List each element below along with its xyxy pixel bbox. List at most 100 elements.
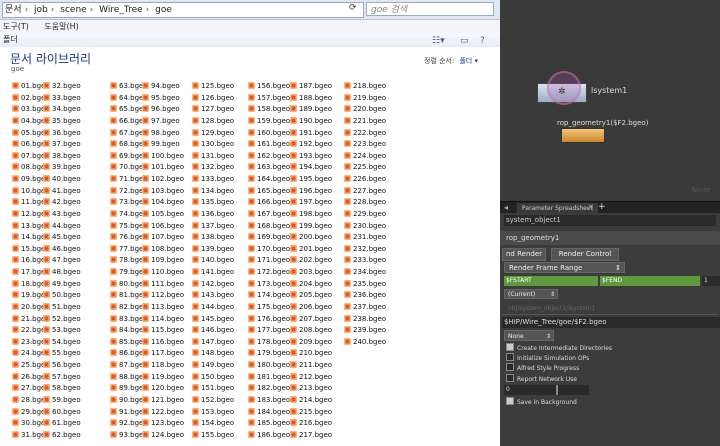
file-item[interactable]: 232.bgeo [344, 244, 386, 256]
file-item[interactable]: 32.bgeo [43, 81, 81, 93]
file-item[interactable]: 94.bgeo [142, 81, 184, 93]
file-item[interactable]: 151.bgeo [192, 383, 234, 395]
file-item[interactable]: 35.bgeo [43, 116, 81, 128]
file-item[interactable]: 227.bgeo [344, 186, 386, 198]
file-item[interactable]: 62.bgeo [43, 430, 81, 442]
file-item[interactable]: 236.bgeo [344, 290, 386, 302]
file-item[interactable]: 54.bgeo [43, 337, 81, 349]
file-item[interactable]: 238.bgeo [344, 314, 386, 326]
end-frame-field[interactable]: $FEND [600, 276, 700, 286]
file-item[interactable]: 199.bgeo [290, 221, 332, 233]
file-item[interactable]: 48.bgeo [43, 267, 81, 279]
file-item[interactable]: 231.bgeo [344, 232, 386, 244]
render-frame-range-menu[interactable]: Render Frame Range ⇕ [504, 262, 625, 273]
file-item[interactable]: 97.bgeo [142, 116, 184, 128]
file-item[interactable]: 59.bgeo [43, 395, 81, 407]
breadcrumb[interactable]: 문서 › job › scene › Wire_Tree › goe [2, 2, 364, 18]
file-item[interactable]: 217.bgeo [290, 430, 332, 442]
pane-menu-icon[interactable]: ◂ [504, 202, 508, 213]
file-item[interactable]: 193.bgeo [290, 151, 332, 163]
lsystem-node[interactable]: ✲ [537, 71, 587, 105]
file-item[interactable]: 104.bgeo [142, 197, 184, 209]
file-item[interactable]: 144.bgeo [192, 302, 234, 314]
file-item[interactable]: 152.bgeo [192, 395, 234, 407]
file-item[interactable]: 143.bgeo [192, 290, 234, 302]
file-item[interactable]: 210.bgeo [290, 348, 332, 360]
file-item[interactable]: 237.bgeo [344, 302, 386, 314]
file-item[interactable]: 109.bgeo [142, 255, 184, 267]
file-item[interactable]: 112.bgeo [142, 290, 184, 302]
arrange-value[interactable]: 폴더 [459, 57, 472, 65]
file-item[interactable]: 98.bgeo [142, 128, 184, 140]
file-item[interactable]: 156.bgeo [248, 81, 290, 93]
file-item[interactable]: 113.bgeo [142, 302, 184, 314]
file-item[interactable]: 202.bgeo [290, 255, 332, 267]
file-item[interactable]: 203.bgeo [290, 267, 332, 279]
file-item[interactable]: 148.bgeo [192, 348, 234, 360]
file-item[interactable]: 118.bgeo [142, 360, 184, 372]
file-item[interactable]: 220.bgeo [344, 104, 386, 116]
file-item[interactable]: 57.bgeo [43, 372, 81, 384]
file-item[interactable]: 119.bgeo [142, 372, 184, 384]
checkbox-box[interactable] [506, 397, 514, 405]
file-item[interactable]: 194.bgeo [290, 162, 332, 174]
file-item[interactable]: 131.bgeo [192, 151, 234, 163]
file-item[interactable]: 141.bgeo [192, 267, 234, 279]
file-item[interactable]: 161.bgeo [248, 139, 290, 151]
file-item[interactable]: 145.bgeo [192, 314, 234, 326]
file-item[interactable]: 190.bgeo [290, 116, 332, 128]
file-item[interactable]: 134.bgeo [192, 186, 234, 198]
file-item[interactable]: 169.bgeo [248, 232, 290, 244]
file-item[interactable]: 121.bgeo [142, 395, 184, 407]
file-item[interactable]: 165.bgeo [248, 186, 290, 198]
file-item[interactable]: 138.bgeo [192, 232, 234, 244]
file-item[interactable]: 178.bgeo [248, 337, 290, 349]
breadcrumb-item[interactable]: 문서 [3, 5, 24, 15]
file-item[interactable]: 218.bgeo [344, 81, 386, 93]
file-item[interactable]: 45.bgeo [43, 232, 81, 244]
network-editor[interactable] [500, 0, 720, 201]
breadcrumb-item[interactable]: Wire_Tree [97, 5, 145, 15]
file-item[interactable]: 167.bgeo [248, 209, 290, 221]
file-item[interactable]: 51.bgeo [43, 302, 81, 314]
file-item[interactable]: 215.bgeo [290, 407, 332, 419]
file-item[interactable]: 222.bgeo [344, 128, 386, 140]
file-item[interactable]: 139.bgeo [192, 244, 234, 256]
file-item[interactable]: 204.bgeo [290, 279, 332, 291]
file-item[interactable]: 174.bgeo [248, 290, 290, 302]
file-item[interactable]: 234.bgeo [344, 267, 386, 279]
refresh-icon[interactable]: ⟳ [349, 3, 357, 13]
file-item[interactable]: 130.bgeo [192, 139, 234, 151]
file-item[interactable]: 181.bgeo [248, 372, 290, 384]
file-item[interactable]: 43.bgeo [43, 209, 81, 221]
file-item[interactable]: 189.bgeo [290, 104, 332, 116]
file-item[interactable]: 196.bgeo [290, 186, 332, 198]
file-item[interactable]: 38.bgeo [43, 151, 81, 163]
render-button[interactable]: nd Render [502, 248, 546, 261]
mkpath-menu[interactable]: None ⇕ [504, 330, 554, 341]
file-item[interactable]: 96.bgeo [142, 104, 184, 116]
help-icon[interactable]: ? [480, 34, 485, 48]
numeric-slider[interactable]: 0 [504, 385, 589, 395]
checkbox-alfred-progress[interactable]: Alfred Style Progress [506, 363, 579, 373]
slider-handle[interactable] [556, 385, 558, 395]
file-item[interactable]: 211.bgeo [290, 360, 332, 372]
breadcrumb-item[interactable]: scene [58, 5, 88, 15]
file-item[interactable]: 127.bgeo [192, 104, 234, 116]
file-item[interactable]: 216.bgeo [290, 418, 332, 430]
view-options-icon[interactable]: ☷▾ [432, 34, 445, 48]
file-item[interactable]: 102.bgeo [142, 174, 184, 186]
start-frame-field[interactable]: $FSTART [504, 276, 598, 286]
file-item[interactable]: 187.bgeo [290, 81, 332, 93]
rop-geometry-node[interactable] [561, 128, 605, 143]
file-item[interactable]: 117.bgeo [142, 348, 184, 360]
file-item[interactable]: 124.bgeo [142, 430, 184, 442]
file-item[interactable]: 221.bgeo [344, 116, 386, 128]
preview-pane-icon[interactable]: ▭ [460, 34, 469, 48]
file-item[interactable]: 230.bgeo [344, 221, 386, 233]
file-item[interactable]: 123.bgeo [142, 418, 184, 430]
file-item[interactable]: 110.bgeo [142, 267, 184, 279]
file-item[interactable]: 46.bgeo [43, 244, 81, 256]
file-item[interactable]: 157.bgeo [248, 93, 290, 105]
file-item[interactable]: 142.bgeo [192, 279, 234, 291]
